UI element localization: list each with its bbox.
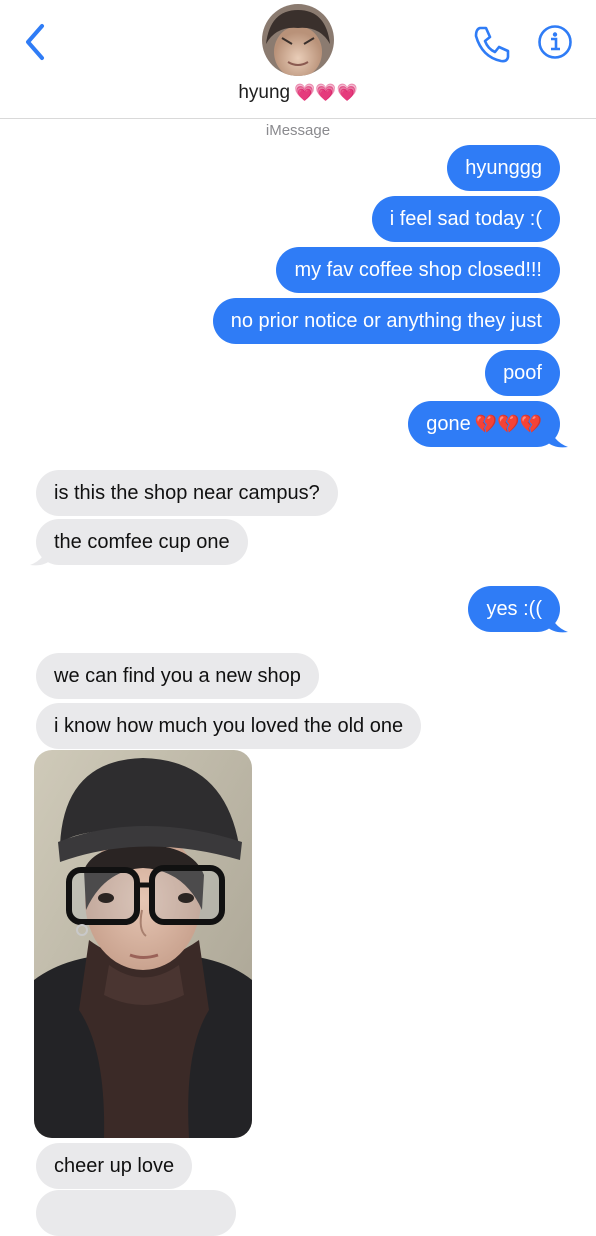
- received-message[interactable]: i know how much you loved the old one: [36, 703, 422, 749]
- sent-message[interactable]: gone 💔💔💔: [408, 401, 560, 447]
- sent-bubble-tail: [546, 425, 568, 448]
- received-bubble-tail: [30, 543, 52, 566]
- header-divider: [0, 118, 596, 119]
- contact-name-text: hyung: [238, 82, 291, 103]
- received-message[interactable]: the comfee cup one: [36, 519, 248, 565]
- sent-message[interactable]: poof: [485, 350, 560, 396]
- message-text: gone: [426, 413, 471, 435]
- back-chevron-icon: [26, 24, 44, 60]
- received-message[interactable]: is this the shop near campus?: [36, 470, 338, 516]
- sent-bubble-tail: [546, 610, 568, 633]
- received-message-partial[interactable]: [36, 1190, 236, 1236]
- phone-icon: [474, 26, 510, 63]
- broken-heart-emoji: 💔💔💔: [474, 414, 542, 434]
- received-photo[interactable]: [34, 750, 252, 1138]
- info-button[interactable]: [537, 24, 573, 60]
- info-icon: [538, 25, 572, 59]
- sent-message[interactable]: i feel sad today :(: [371, 196, 560, 242]
- contact-name[interactable]: hyung 💗💗💗: [0, 82, 596, 104]
- contact-avatar[interactable]: [262, 4, 334, 76]
- received-message[interactable]: we can find you a new shop: [36, 653, 319, 699]
- heart-emoji: 💗💗💗: [294, 83, 358, 102]
- conversation-header: hyung 💗💗💗: [0, 0, 596, 118]
- sent-message[interactable]: no prior notice or anything they just: [212, 298, 560, 344]
- call-button[interactable]: [470, 22, 514, 66]
- received-message[interactable]: cheer up love: [36, 1143, 193, 1189]
- sent-message[interactable]: my fav coffee shop closed!!!: [276, 247, 560, 293]
- back-button[interactable]: [18, 22, 54, 62]
- avatar-photo: [262, 4, 334, 76]
- service-label: iMessage: [265, 122, 331, 139]
- sent-message[interactable]: hyunggg: [447, 145, 560, 191]
- selfie-photo: [34, 750, 252, 1138]
